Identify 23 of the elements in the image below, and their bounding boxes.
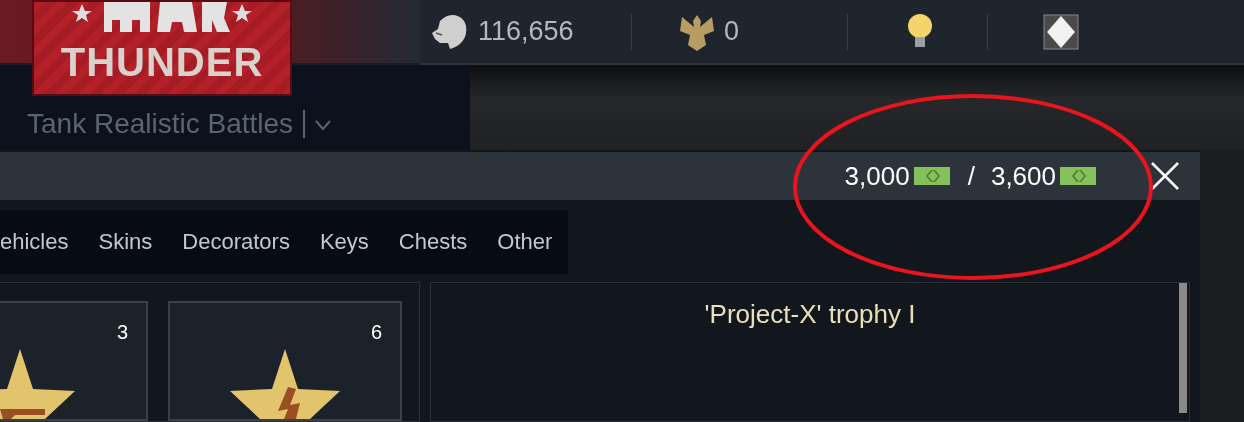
balance-amount: 3,000 bbox=[844, 160, 910, 192]
separator-text: / bbox=[967, 160, 975, 192]
currency-amount: 0 bbox=[724, 16, 740, 47]
category-tab[interactable]: ehicles bbox=[0, 229, 69, 255]
limit-amount: 3,600 bbox=[990, 160, 1056, 192]
scrollbar[interactable] bbox=[1179, 283, 1187, 413]
item-title: 'Project-X' trophy I bbox=[704, 299, 916, 331]
category-tab[interactable]: Chests bbox=[398, 229, 468, 255]
star-lightning-icon bbox=[230, 349, 340, 419]
chevron-down-icon bbox=[315, 120, 332, 130]
logo-text: THUNDER bbox=[60, 40, 264, 85]
category-tab[interactable]: Decorators bbox=[182, 229, 290, 255]
item-card[interactable]: 6 bbox=[168, 301, 402, 421]
banknote-icon bbox=[913, 167, 950, 185]
currency-amount: 116,656 bbox=[478, 16, 574, 47]
item-count: 6 bbox=[370, 321, 382, 344]
category-tab[interactable]: Skins bbox=[98, 229, 153, 255]
banknote-icon bbox=[1060, 167, 1096, 185]
item-count: 3 bbox=[116, 321, 128, 344]
category-tab[interactable]: Other bbox=[497, 229, 553, 255]
item-card[interactable]: 3 bbox=[0, 301, 148, 421]
category-tab[interactable]: Keys bbox=[319, 229, 369, 255]
close-icon[interactable] bbox=[1150, 161, 1180, 191]
